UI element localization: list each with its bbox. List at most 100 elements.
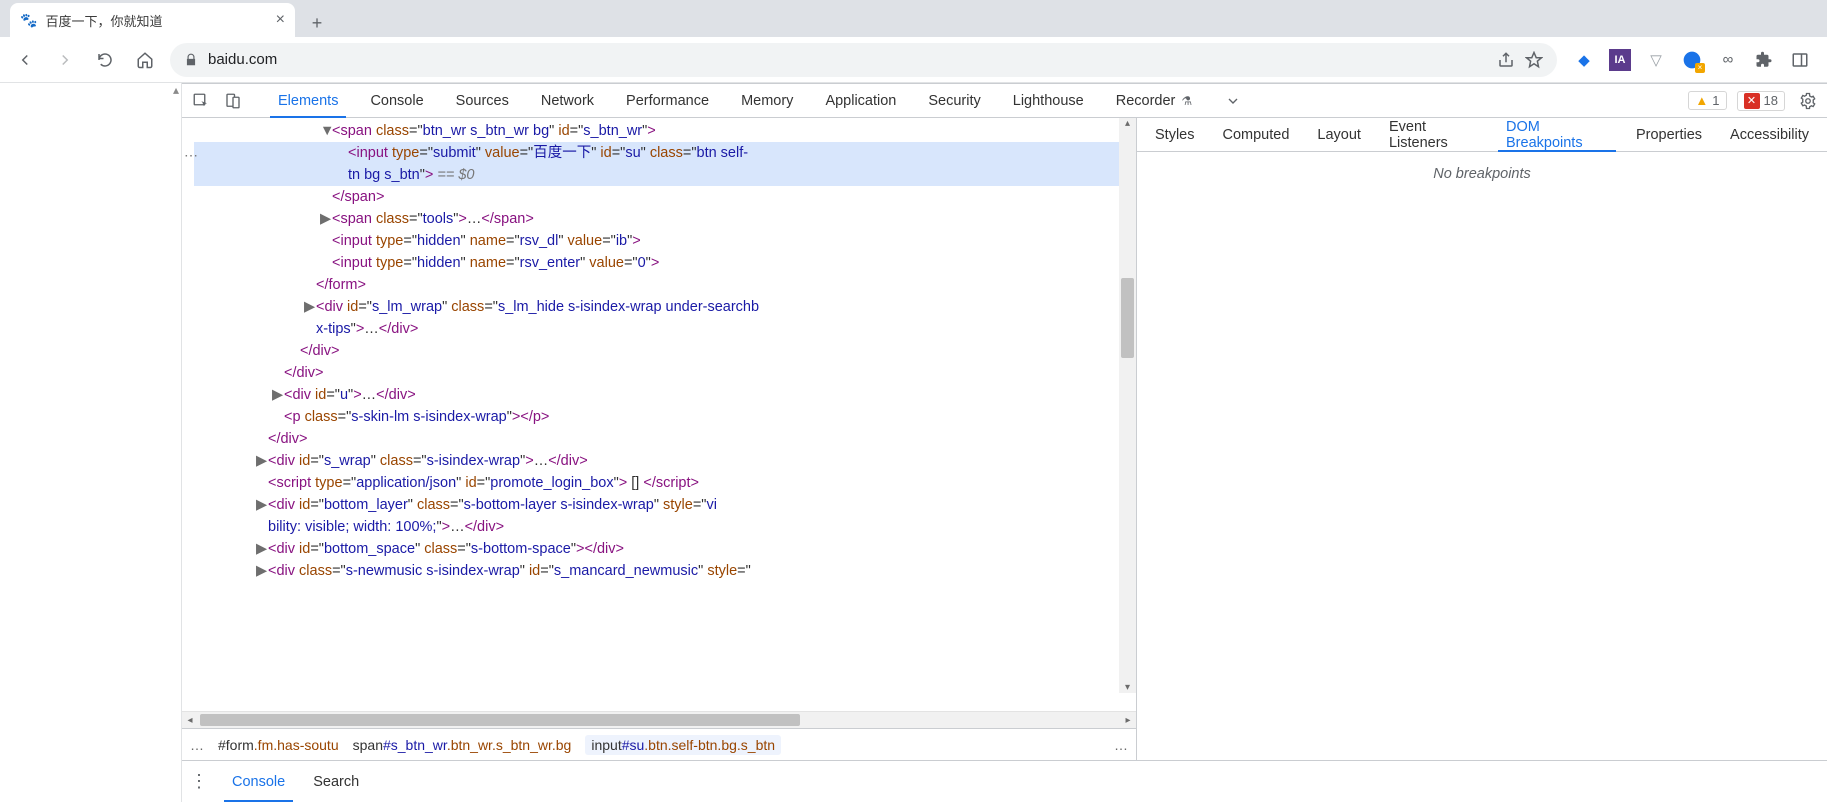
extension-icon[interactable]: ∞ (1717, 49, 1739, 71)
settings-button[interactable] (1795, 88, 1821, 114)
devtools-tab-lighthouse[interactable]: Lighthouse (997, 84, 1100, 117)
node-actions-icon[interactable]: ⋯ (184, 144, 198, 166)
expand-toggle-icon[interactable]: ▼ (320, 120, 332, 142)
browser-tab[interactable]: 🐾 百度一下，你就知道 × (10, 3, 295, 37)
dom-node[interactable]: </div> (194, 428, 1136, 450)
expand-toggle-icon[interactable]: ▶ (256, 450, 268, 472)
side-tab-layout[interactable]: Layout (1303, 118, 1375, 151)
dom-node[interactable]: <input type="hidden" name="rsv_enter" va… (194, 252, 1136, 274)
dom-node[interactable]: </form> (194, 274, 1136, 296)
errors-badge[interactable]: ✕ 18 (1737, 91, 1785, 111)
breadcrumb-item[interactable]: span#s_btn_wr.btn_wr.s_btn_wr.bg (353, 737, 572, 753)
dom-breakpoints-pane: No breakpoints (1137, 152, 1827, 760)
warnings-badge[interactable]: ▲ 1 (1688, 91, 1726, 110)
devtools-tab-memory[interactable]: Memory (725, 84, 809, 117)
expand-toggle-icon[interactable]: ▶ (272, 384, 284, 406)
extension-icon[interactable]: ▽ (1645, 49, 1667, 71)
expand-toggle-icon[interactable]: ▶ (320, 208, 332, 230)
vertical-scrollbar[interactable]: ▴ ▾ (1119, 118, 1136, 693)
dom-node[interactable]: ▶<div id="u">…</div> (194, 384, 1136, 406)
scrollbar-thumb[interactable] (1121, 278, 1134, 358)
breadcrumb-overflow-right[interactable]: … (1114, 737, 1128, 753)
side-tab-event-listeners[interactable]: Event Listeners (1375, 118, 1492, 151)
drawer-tab-search[interactable]: Search (299, 761, 373, 802)
close-tab-icon[interactable]: × (276, 11, 285, 29)
dom-node[interactable]: tn bg s_btn"> == $0 (194, 164, 1136, 186)
dom-node[interactable]: <script type="application/json" id="prom… (194, 472, 1136, 494)
side-tab-properties[interactable]: Properties (1622, 118, 1716, 151)
side-panel-button[interactable] (1789, 49, 1811, 71)
new-tab-button[interactable]: + (303, 9, 331, 37)
side-tab-computed[interactable]: Computed (1209, 118, 1304, 151)
tab-title: 百度一下，你就知道 (45, 11, 162, 30)
breadcrumb-item[interactable]: input#su.btn.self-btn.bg.s_btn (585, 735, 781, 755)
expand-toggle-icon[interactable]: ▶ (304, 296, 316, 318)
warning-count: 1 (1712, 93, 1719, 108)
expand-toggle-icon[interactable]: ▶ (256, 538, 268, 560)
breadcrumb-item[interactable]: #form.fm.has-soutu (218, 737, 339, 753)
inspect-element-button[interactable] (188, 88, 214, 114)
devtools-tab-elements[interactable]: Elements (262, 84, 354, 117)
scroll-up-icon[interactable]: ▴ (173, 83, 179, 97)
dom-node[interactable]: ▶<div class="s-newmusic s-isindex-wrap" … (194, 560, 1136, 582)
dom-tree[interactable]: ▼<span class="btn_wr s_btn_wr bg" id="s_… (182, 118, 1136, 711)
dom-node[interactable]: <input type="hidden" name="rsv_dl" value… (194, 230, 1136, 252)
dom-breadcrumbs: … #form.fm.has-soutu span#s_btn_wr.btn_wr… (182, 728, 1136, 760)
dom-node[interactable]: x-tips">…</div> (194, 318, 1136, 340)
bookmark-icon[interactable] (1525, 51, 1543, 69)
device-toolbar-button[interactable] (220, 88, 246, 114)
devtools-tab-performance[interactable]: Performance (610, 84, 725, 117)
dom-node[interactable]: </div> (194, 362, 1136, 384)
side-tab-dom-breakpoints[interactable]: DOM Breakpoints (1492, 118, 1622, 151)
extension-icon[interactable]: IA (1609, 49, 1631, 71)
more-tabs-button[interactable] (1220, 88, 1246, 114)
favicon-icon: 🐾 (20, 12, 37, 29)
scroll-down-arrow[interactable]: ▾ (1119, 682, 1136, 693)
dom-node[interactable]: <p class="s-skin-lm s-isindex-wrap"></p> (194, 406, 1136, 428)
address-bar[interactable]: baidu.com (170, 43, 1557, 77)
scroll-left-arrow[interactable]: ◂ (182, 712, 198, 728)
dom-node[interactable]: </div> (194, 340, 1136, 362)
extension-icons: ◆ IA ▽ × ∞ (1567, 49, 1817, 71)
extensions-button[interactable] (1753, 49, 1775, 71)
dom-node[interactable]: ▶<div id="bottom_layer" class="s-bottom-… (194, 494, 1136, 516)
forward-button[interactable] (50, 45, 80, 75)
devtools-tab-network[interactable]: Network (525, 84, 610, 117)
devtools-tab-application[interactable]: Application (809, 84, 912, 117)
no-breakpoints-message: No breakpoints (1433, 166, 1531, 182)
reload-button[interactable] (90, 45, 120, 75)
dom-node[interactable]: ▶<div id="s_wrap" class="s-isindex-wrap"… (194, 450, 1136, 472)
side-tab-accessibility[interactable]: Accessibility (1716, 118, 1823, 151)
error-count: 18 (1764, 93, 1778, 108)
home-button[interactable] (130, 45, 160, 75)
expand-toggle-icon[interactable]: ▶ (256, 494, 268, 516)
dom-node[interactable]: ▶<span class="tools">…</span> (194, 208, 1136, 230)
dom-node[interactable]: ⋯<input type="submit" value="百度一下" id="s… (194, 142, 1136, 164)
horizontal-scrollbar[interactable]: ◂ ▸ (182, 711, 1136, 728)
dom-node[interactable]: ▶<div id="s_lm_wrap" class="s_lm_hide s-… (194, 296, 1136, 318)
devtools-tab-security[interactable]: Security (912, 84, 996, 117)
extension-icon[interactable]: ◆ (1573, 49, 1595, 71)
dom-node[interactable]: ▼<span class="btn_wr s_btn_wr bg" id="s_… (194, 120, 1136, 142)
expand-toggle-icon[interactable]: ▶ (256, 560, 268, 582)
scroll-up-arrow[interactable]: ▴ (1119, 118, 1136, 129)
scroll-right-arrow[interactable]: ▸ (1120, 712, 1136, 728)
devtools-tab-recorder[interactable]: Recorder⚗ (1100, 84, 1208, 117)
dom-node[interactable]: ▶<div id="bottom_space" class="s-bottom-… (194, 538, 1136, 560)
side-tab-styles[interactable]: Styles (1141, 118, 1209, 151)
error-icon: ✕ (1744, 93, 1760, 109)
warning-icon: ▲ (1695, 93, 1708, 108)
breadcrumb-overflow-left[interactable]: … (190, 737, 204, 753)
extension-icon[interactable]: × (1681, 49, 1703, 71)
drawer-tab-console[interactable]: Console (218, 761, 299, 802)
drawer-menu-button[interactable]: ⋮ (190, 771, 208, 792)
dom-node[interactable]: </span> (194, 186, 1136, 208)
scrollbar-thumb[interactable] (200, 714, 800, 726)
url-text: baidu.com (208, 51, 277, 68)
devtools-tab-console[interactable]: Console (354, 84, 439, 117)
flask-icon: ⚗ (1181, 94, 1192, 108)
dom-node[interactable]: bility: visible; width: 100%;">…</div> (194, 516, 1136, 538)
share-icon[interactable] (1497, 51, 1515, 69)
back-button[interactable] (10, 45, 40, 75)
devtools-tab-sources[interactable]: Sources (440, 84, 525, 117)
